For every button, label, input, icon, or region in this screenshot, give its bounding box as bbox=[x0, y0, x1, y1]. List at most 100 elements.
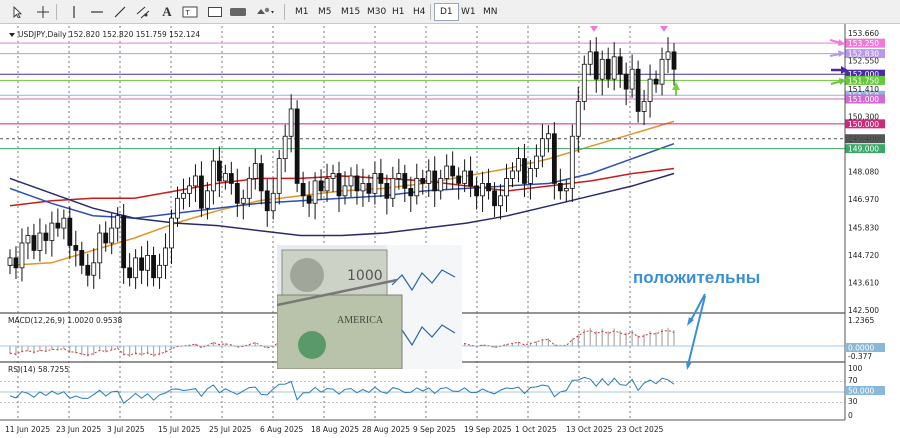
candle-body bbox=[396, 173, 402, 179]
candle-body bbox=[432, 170, 438, 192]
price-tick: 152.550 bbox=[848, 57, 879, 66]
candle-body bbox=[498, 195, 503, 207]
blue-pointer-lines bbox=[686, 293, 706, 370]
cursor-arrow-icon[interactable] bbox=[8, 3, 26, 21]
candle-body bbox=[545, 133, 551, 140]
candle-body bbox=[228, 173, 234, 184]
date-label: 23 Oct 2025 bbox=[617, 425, 664, 434]
candle-body bbox=[390, 178, 396, 199]
candle-body bbox=[647, 78, 653, 102]
candle-body bbox=[61, 217, 67, 229]
candle-body bbox=[282, 135, 288, 159]
candle-body bbox=[264, 190, 270, 212]
down-arrow-marker-icon bbox=[590, 26, 598, 32]
candle-body bbox=[557, 183, 563, 192]
candle-body bbox=[222, 173, 228, 182]
candle-body bbox=[653, 78, 659, 85]
candle-body bbox=[181, 192, 186, 199]
candle-body bbox=[145, 254, 150, 271]
candle-body bbox=[79, 250, 85, 266]
svg-text:T: T bbox=[185, 9, 191, 17]
candle-body bbox=[510, 170, 515, 179]
candle-body bbox=[121, 215, 127, 269]
tab-m15[interactable]: M15 bbox=[336, 3, 365, 21]
candle-body bbox=[193, 175, 198, 187]
price-tick: 149.400 bbox=[848, 135, 879, 144]
candle-body bbox=[175, 197, 180, 219]
tab-h4[interactable]: H4 bbox=[408, 3, 431, 21]
text-icon[interactable]: A bbox=[158, 3, 176, 21]
rsi-tick-30: 30 bbox=[848, 397, 858, 406]
date-label: 13 Oct 2025 bbox=[566, 425, 613, 434]
rsi-tick-100: 100 bbox=[848, 364, 863, 373]
candle-body bbox=[294, 108, 300, 184]
price-tick: 144.720 bbox=[848, 251, 879, 260]
vertical-line-icon[interactable] bbox=[65, 3, 83, 21]
collapse-arrow-icon[interactable] bbox=[9, 33, 15, 37]
price-badge-text: 153.250 bbox=[848, 39, 879, 48]
date-label: 1 Oct 2025 bbox=[515, 425, 557, 434]
text-label-icon[interactable]: T bbox=[181, 3, 199, 21]
tab-m1[interactable]: M1 bbox=[290, 3, 314, 21]
candle-body bbox=[109, 227, 115, 244]
price-tick: 150.300 bbox=[848, 112, 879, 121]
svg-text:1000: 1000 bbox=[347, 268, 383, 284]
tab-m5[interactable]: M5 bbox=[313, 3, 337, 21]
candle-body bbox=[551, 133, 557, 184]
candle-body bbox=[366, 183, 372, 194]
overlay-caption: положительны bbox=[633, 268, 761, 287]
macd-tick-bottom: -0.377 bbox=[848, 352, 872, 361]
channel-icon[interactable] bbox=[134, 3, 152, 21]
candle-body bbox=[169, 217, 174, 249]
rectangle-icon[interactable] bbox=[206, 3, 224, 21]
candle-body bbox=[378, 173, 384, 184]
price-badge-text: 151.000 bbox=[848, 95, 879, 104]
tab-w1[interactable]: W1 bbox=[456, 3, 481, 21]
tab-h1[interactable]: H1 bbox=[387, 3, 410, 21]
date-label: 3 Jul 2025 bbox=[107, 425, 145, 434]
horizontal-line-icon[interactable] bbox=[88, 3, 106, 21]
candle-body bbox=[187, 185, 192, 194]
candle-body bbox=[324, 178, 330, 192]
candle-body bbox=[599, 58, 605, 80]
candle-body bbox=[641, 101, 647, 112]
candle-body bbox=[246, 178, 252, 199]
rsi-tick-70: 70 bbox=[848, 376, 858, 385]
candle-body bbox=[300, 183, 306, 197]
rsi-tick-0: 0 bbox=[848, 411, 853, 420]
tab-mn[interactable]: MN bbox=[478, 3, 503, 21]
tab-d1[interactable]: D1 bbox=[434, 3, 459, 21]
candle-body bbox=[605, 58, 611, 80]
date-label: 11 Jun 2025 bbox=[5, 425, 50, 434]
price-tick: 143.610 bbox=[848, 278, 879, 287]
rsi-label: RSI(14) 58.7255 bbox=[8, 365, 69, 374]
candle-body bbox=[85, 264, 91, 276]
candle-body bbox=[587, 51, 593, 65]
candle-body bbox=[31, 235, 37, 251]
shapes-menu-icon[interactable] bbox=[254, 3, 278, 21]
candle-body bbox=[205, 190, 210, 209]
time-axis: 11 Jun 2025 23 Jun 2025 3 Jul 2025 15 Jul 2… bbox=[5, 425, 664, 434]
date-label: 19 Sep 2025 bbox=[464, 425, 512, 434]
date-label: 6 Aug 2025 bbox=[260, 425, 303, 434]
candle-body bbox=[522, 158, 527, 184]
candle-body bbox=[127, 267, 133, 279]
candle-body bbox=[73, 245, 79, 251]
trendline-icon[interactable] bbox=[111, 3, 129, 21]
candle-body bbox=[384, 183, 390, 199]
candle-body bbox=[480, 183, 485, 197]
candle-body bbox=[629, 68, 635, 90]
candle-body bbox=[37, 232, 43, 251]
candle-body bbox=[103, 232, 109, 244]
candle-body bbox=[13, 257, 19, 269]
candle-body bbox=[151, 254, 156, 279]
candle-body bbox=[444, 165, 450, 179]
candle-body bbox=[216, 160, 222, 182]
price-chart[interactable]: 153.250152.830152.000151.750151.150151.0… bbox=[0, 24, 900, 438]
label-icon[interactable] bbox=[229, 3, 247, 21]
crosshair-icon[interactable] bbox=[34, 3, 52, 21]
candle-body bbox=[288, 108, 294, 137]
candle-body bbox=[402, 173, 408, 189]
candle-body bbox=[312, 180, 318, 204]
candle-body bbox=[348, 175, 354, 187]
